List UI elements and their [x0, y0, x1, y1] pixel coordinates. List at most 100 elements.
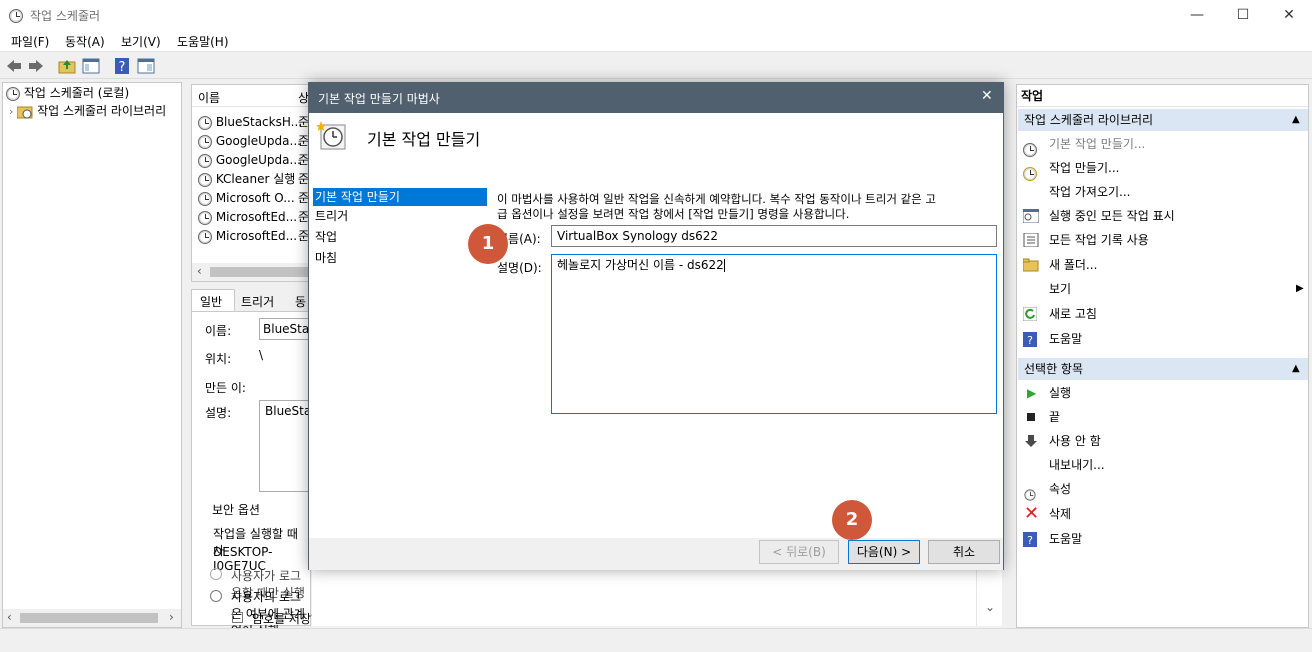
list-item[interactable]: MicrosoftEd...	[198, 227, 297, 246]
help-icon: ?	[1023, 332, 1037, 347]
up-folder-icon[interactable]	[58, 57, 76, 75]
action-label: 보기	[1049, 282, 1072, 296]
help-icon: ?	[1023, 532, 1037, 547]
action-label: 새로 고침	[1049, 307, 1097, 321]
general-tab-panel: 이름: BlueStac 위치: \ 만든 이: 설명: BlueStac 보안…	[191, 311, 636, 638]
scroll-down-arrow-icon[interactable]: ⌄	[985, 600, 995, 614]
show-hide-action-pane-icon[interactable]	[137, 57, 155, 75]
close-button[interactable]: ✕	[1266, 0, 1312, 30]
chevron-right-icon[interactable]: ›	[9, 105, 13, 118]
toolbar: ?	[0, 53, 1312, 79]
detail-lower-strip: 보안 옵션	[312, 570, 976, 626]
dialog-title-bar: 기본 작업 만들기 마법사 ✕	[309, 83, 1003, 113]
next-button[interactable]: 다음(N) >	[848, 540, 920, 564]
tab-general[interactable]: 일반	[191, 289, 235, 311]
svg-text:?: ?	[1027, 534, 1033, 547]
task-name: MicrosoftEd...	[215, 210, 298, 224]
action-view[interactable]: 보기 ▶	[1021, 277, 1307, 301]
menu-view[interactable]: 보기(V)	[121, 33, 161, 50]
list-item[interactable]: MicrosoftEd...	[198, 208, 297, 227]
task-icon	[198, 134, 212, 149]
scrollbar-thumb[interactable]	[20, 613, 158, 623]
task-name: GoogleUpda...	[215, 134, 301, 148]
action-label: 모든 작업 기록 사용	[1049, 233, 1149, 247]
tree-horizontal-scrollbar[interactable]: ‹ ›	[3, 609, 181, 627]
tab-actions[interactable]: 동	[295, 293, 306, 310]
task-description-input[interactable]: 헤놀로지 가상머신 이름 - ds622	[551, 254, 997, 414]
action-label: 끝	[1049, 410, 1061, 424]
task-icon	[198, 153, 212, 168]
annotation-badge-1: 1	[468, 224, 508, 264]
list-item[interactable]: BlueStacksH...	[198, 113, 302, 132]
play-icon: ▶	[1027, 386, 1037, 400]
column-header-name[interactable]: 이름	[198, 89, 220, 106]
show-hide-console-tree-icon[interactable]	[82, 57, 100, 75]
radio-run-regardless[interactable]	[210, 590, 222, 602]
task-name: BlueStacksH...	[215, 115, 303, 129]
scrollbar-thumb[interactable]	[210, 267, 310, 277]
section-selected-item[interactable]: 선택한 항목 ▲	[1018, 358, 1308, 380]
menu-action[interactable]: 동작(A)	[65, 33, 105, 50]
refresh-icon	[1023, 307, 1037, 321]
collapse-up-icon[interactable]: ▲	[1292, 109, 1300, 131]
step-finish[interactable]: 마침	[313, 249, 487, 267]
step-action[interactable]: 작업	[313, 228, 487, 246]
task-name: GoogleUpda...	[215, 153, 301, 167]
security-options-title: 보안 옵션	[208, 501, 264, 518]
action-label: 도움말	[1049, 332, 1083, 346]
actions-pane: 작업 작업 스케줄러 라이브러리 ▲ 기본 작업 만들기... 작업 만들기..…	[1016, 84, 1309, 628]
create-task-icon	[1023, 166, 1037, 181]
create-basic-task-wizard: 기본 작업 만들기 마법사 ✕ 기본 작업 만들기 기본 작업 만들기 트리거 …	[308, 82, 1004, 570]
task-icon	[198, 191, 212, 206]
help-icon[interactable]: ?	[113, 57, 131, 75]
task-name-input[interactable]: VirtualBox Synology ds622	[551, 225, 997, 247]
tree-item-root[interactable]: 작업 스케줄러 (로컬)	[6, 84, 129, 103]
tab-triggers[interactable]: 트리거	[241, 293, 274, 310]
action-create-task[interactable]: 작업 만들기...	[1021, 156, 1119, 181]
list-item[interactable]: GoogleUpda...	[198, 132, 301, 151]
actions-pane-title: 작업	[1017, 85, 1308, 107]
action-create-basic-task[interactable]: 기본 작업 만들기...	[1021, 132, 1145, 157]
stop-icon	[1027, 413, 1035, 421]
list-item[interactable]: KCleaner 실행	[198, 170, 295, 189]
action-label: 속성	[1049, 482, 1072, 496]
radio-logon-only[interactable]	[210, 568, 222, 580]
step-create-basic-task[interactable]: 기본 작업 만들기	[313, 188, 487, 206]
scroll-left-arrow-icon[interactable]: ‹	[7, 610, 12, 624]
wizard-header: 기본 작업 만들기	[367, 130, 481, 149]
description-text: 헤놀로지 가상머신 이름 - ds622	[557, 258, 724, 272]
list-header: 이름 상	[192, 85, 310, 107]
task-scheduler-icon	[9, 8, 23, 23]
wizard-clock-icon	[316, 121, 346, 150]
do-not-store-password-checkbox[interactable]	[232, 612, 243, 623]
list-item[interactable]: Microsoft O...	[198, 189, 295, 208]
list-item[interactable]: GoogleUpda...	[198, 151, 301, 170]
back-button[interactable]: < 뒤로(B)	[759, 540, 839, 564]
task-name: Microsoft O...	[215, 191, 295, 205]
minimize-button[interactable]: —	[1174, 0, 1220, 30]
menu-help[interactable]: 도움말(H)	[177, 33, 229, 50]
tree-item-library[interactable]: › 작업 스케줄러 라이브러리	[9, 102, 166, 121]
menu-bar: 파일(F) 동작(A) 보기(V) 도움말(H)	[0, 30, 1312, 52]
collapse-up-icon[interactable]: ▲	[1292, 358, 1300, 380]
list-horizontal-scrollbar[interactable]: ‹	[192, 263, 310, 281]
tree-item-label: 작업 스케줄러 라이브러리	[37, 104, 167, 118]
menu-file[interactable]: 파일(F)	[11, 33, 49, 50]
maximize-button[interactable]: ☐	[1220, 0, 1266, 30]
wizard-intro-line-2: 급 옵션이나 설정을 보려면 작업 창에서 [작업 만들기] 명령을 사용합니다…	[497, 207, 850, 221]
task-name: MicrosoftEd...	[215, 229, 298, 243]
scroll-right-arrow-icon[interactable]: ›	[169, 610, 174, 624]
action-label: 작업 만들기...	[1049, 161, 1120, 175]
action-properties[interactable]: 속성	[1021, 477, 1071, 501]
scroll-left-arrow-icon[interactable]: ‹	[197, 264, 202, 278]
svg-text:?: ?	[119, 60, 126, 75]
cancel-button[interactable]: 취소	[928, 540, 1000, 564]
step-trigger[interactable]: 트리거	[313, 207, 487, 225]
action-label: 내보내기...	[1049, 458, 1105, 472]
status-bar	[0, 628, 1312, 652]
back-arrow-icon[interactable]	[5, 57, 23, 75]
section-task-scheduler-library[interactable]: 작업 스케줄러 라이브러리 ▲	[1018, 109, 1308, 131]
action-label: 실행	[1049, 386, 1072, 400]
dialog-close-button[interactable]: ✕	[981, 88, 993, 104]
forward-arrow-icon[interactable]	[27, 57, 45, 75]
